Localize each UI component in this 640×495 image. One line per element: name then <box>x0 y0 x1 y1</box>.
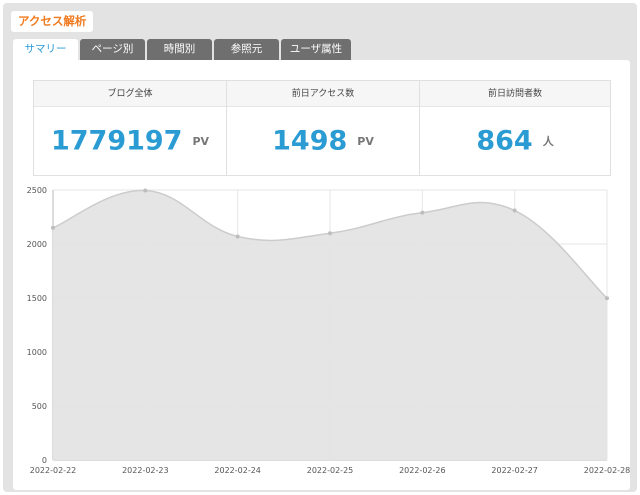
y-tick-label: 500 <box>32 402 47 411</box>
y-tick-label: 0 <box>42 456 47 465</box>
y-tick-label: 2000 <box>27 240 47 249</box>
data-point <box>420 210 425 215</box>
y-tick-label: 2500 <box>27 186 47 195</box>
x-tick-label: 2022-02-23 <box>122 466 169 475</box>
data-point <box>235 234 240 239</box>
data-point <box>51 225 55 230</box>
data-point <box>605 296 609 301</box>
y-tick-label: 1500 <box>27 294 47 303</box>
x-tick-label: 2022-02-25 <box>307 466 354 475</box>
x-tick-label: 2022-02-22 <box>30 466 77 475</box>
y-axis-ticks: 0 500 1000 1500 2000 2500 <box>27 186 47 465</box>
x-tick-label: 2022-02-24 <box>214 466 261 475</box>
data-point <box>143 188 148 193</box>
x-tick-label: 2022-02-26 <box>399 466 446 475</box>
y-tick-label: 1000 <box>27 348 47 357</box>
access-chart: 05001000150020002500 2022-02-22 2022-02-2… <box>27 186 631 475</box>
data-point <box>512 208 517 213</box>
x-tick-label: 2022-02-28 <box>584 466 631 475</box>
x-axis-ticks: 2022-02-22 2022-02-23 2022-02-24 2022-02-25… <box>30 466 631 475</box>
data-point <box>328 231 332 236</box>
x-tick-label: 2022-02-27 <box>491 466 538 475</box>
